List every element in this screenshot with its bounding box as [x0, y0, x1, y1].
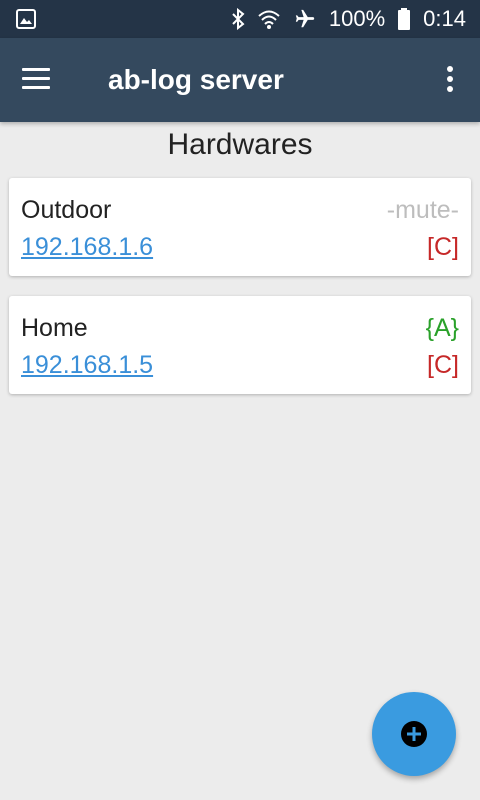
hardware-name: Home [21, 314, 88, 342]
hardware-ip-link[interactable]: 192.168.1.6 [21, 233, 153, 262]
hamburger-menu-icon[interactable] [22, 68, 50, 90]
airplane-icon [295, 9, 314, 28]
gallery-icon [16, 9, 36, 29]
mute-flag: -mute- [386, 196, 459, 224]
auto-flag: {A} [425, 314, 459, 342]
hardware-name: Outdoor [21, 196, 112, 224]
add-circle-icon [401, 721, 427, 747]
page-title: Hardwares [167, 128, 313, 161]
hardware-status: [C] [427, 233, 459, 261]
wifi-icon [258, 10, 280, 29]
add-hardware-button[interactable] [372, 692, 456, 776]
battery-percent: 100% [328, 6, 386, 31]
clock: 0:14 [423, 6, 466, 31]
more-vert-icon[interactable] [446, 66, 454, 94]
hardware-card-home[interactable]: Home {A} 192.168.1.5 [C] [9, 296, 471, 394]
bluetooth-icon [232, 8, 245, 30]
screen: 100% 0:14 ab-log server Hardwares Outdoo… [0, 0, 480, 800]
hardware-status: [C] [427, 351, 459, 379]
app-bar: ab-log server [0, 38, 480, 122]
hardware-ip-link[interactable]: 192.168.1.5 [21, 351, 153, 380]
app-title: ab-log server [108, 64, 284, 95]
status-bar: 100% 0:14 [0, 0, 480, 38]
status-icons: 100% 0:14 [231, 0, 466, 38]
hardware-card-outdoor[interactable]: Outdoor -mute- 192.168.1.6 [C] [9, 178, 471, 276]
battery-icon [398, 8, 411, 30]
